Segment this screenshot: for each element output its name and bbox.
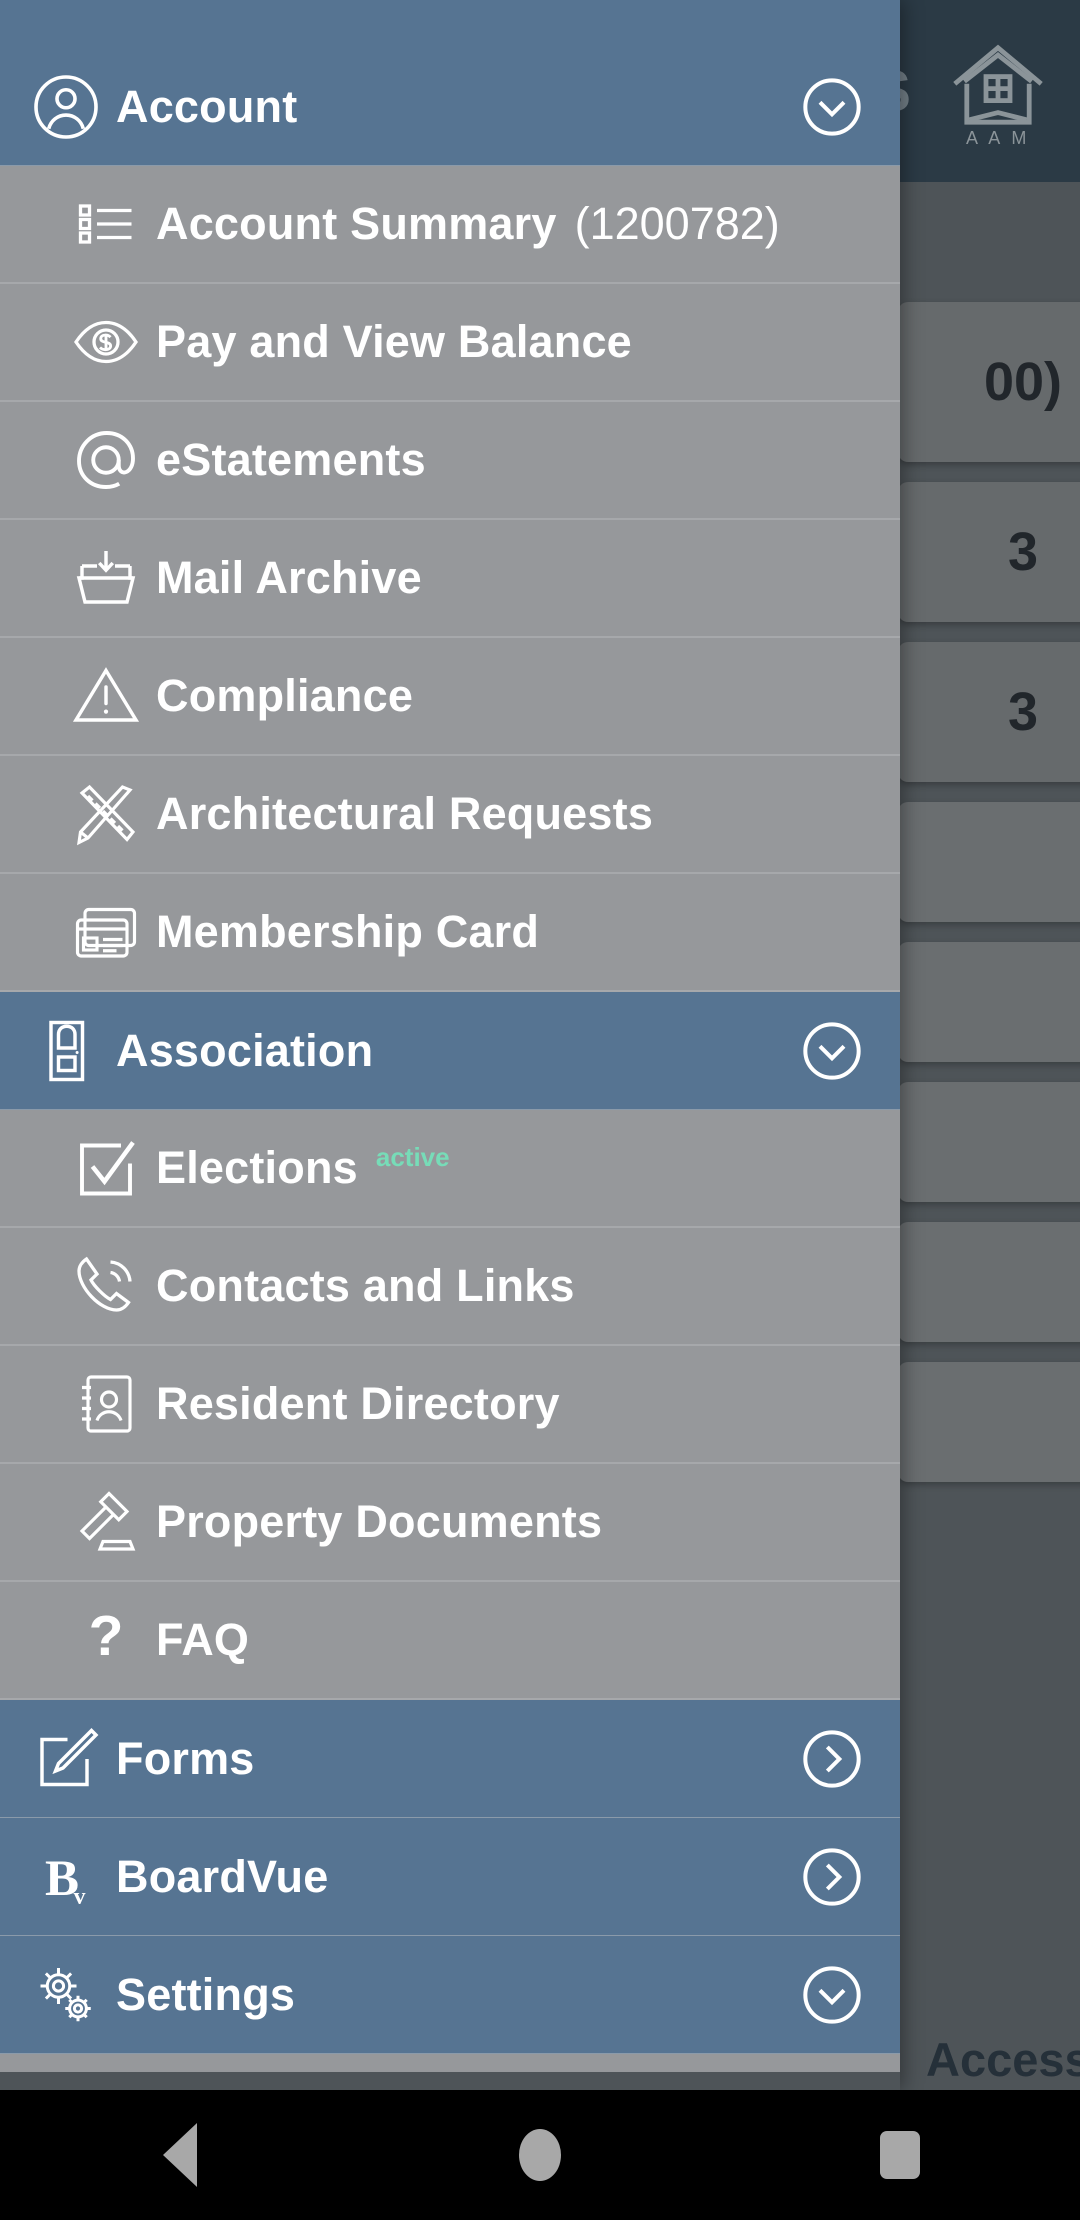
list-icon: [70, 188, 142, 260]
app-card[interactable]: 3: [898, 642, 1080, 782]
drawer-item-compliance[interactable]: Compliance: [0, 638, 900, 756]
aam-logo-icon: A A M: [938, 31, 1058, 151]
drawer-item-property-documents[interactable]: Property Documents: [0, 1464, 900, 1582]
drawer-item-contacts-and-links[interactable]: Contacts and Links: [0, 1228, 900, 1346]
drawer-item-membership-card[interactable]: Membership Card: [0, 874, 900, 992]
status-badge: active: [375, 1142, 450, 1172]
question-mark-icon: ?: [70, 1604, 142, 1676]
eye-dollar-icon: [70, 306, 142, 378]
phone-icon: [70, 1250, 142, 1322]
drawer-item-label: Property Documents: [156, 1496, 603, 1547]
drawer-item-pay-and-view-balance[interactable]: Pay and View Balance: [0, 284, 900, 402]
drawer-item-label: Compliance: [156, 670, 414, 721]
drawer-item-label: FAQ: [156, 1614, 250, 1665]
checkbox-check-icon: [70, 1132, 142, 1204]
drawer-section-account[interactable]: Account: [0, 48, 900, 166]
boardvue-logo-icon: B v: [30, 1841, 102, 1913]
chevron-down-circle-icon[interactable]: [800, 1019, 864, 1083]
at-sign-icon: [70, 424, 142, 496]
id-card-icon: [70, 896, 142, 968]
drawer-item-label: Membership Card: [156, 906, 540, 957]
drawer-item-mail-archive[interactable]: Mail Archive: [0, 520, 900, 638]
drawer-item-label: Contacts and Links: [156, 1260, 575, 1311]
drawer-item-label: Elections: [156, 1142, 358, 1193]
chevron-right-circle-icon[interactable]: [800, 1727, 864, 1791]
gavel-icon: [70, 1486, 142, 1558]
app-card[interactable]: 00): [898, 302, 1080, 462]
drawer-item-label: eStatements: [156, 434, 426, 485]
drawer-item-label: Mail Archive: [156, 552, 422, 603]
recents-icon[interactable]: [840, 2110, 960, 2200]
drawer-item-label: Account Summary: [156, 198, 557, 249]
navigation-drawer[interactable]: Account Account Summary (1200782) Pay an…: [0, 0, 900, 2090]
drawer-section-settings[interactable]: Settings: [0, 1936, 900, 2054]
drawer-bottom-edge: [0, 2054, 900, 2072]
drawer-section-label: Account: [116, 80, 298, 132]
inbox-download-icon: [70, 542, 142, 614]
phone-screen: ESS A A M 00): [0, 0, 1080, 2220]
drawer-item-account-summary[interactable]: Account Summary (1200782): [0, 166, 900, 284]
warning-triangle-icon: [70, 660, 142, 732]
drawer-section-label: Association: [116, 1024, 374, 1076]
drawer-item-label: Resident Directory: [156, 1378, 560, 1429]
address-book-icon: [70, 1368, 142, 1440]
drawer-item-resident-directory[interactable]: Resident Directory: [0, 1346, 900, 1464]
account-number: (1200782): [574, 198, 780, 249]
drawer-item-faq[interactable]: ? FAQ: [0, 1582, 900, 1700]
ruler-pencil-icon: [70, 778, 142, 850]
drawer-item-label: Pay and View Balance: [156, 316, 632, 367]
app-card[interactable]: [898, 942, 1080, 1062]
access-label: Access: [926, 2033, 1080, 2086]
svg-text:v: v: [74, 1884, 86, 1910]
edit-square-icon: [30, 1723, 102, 1795]
app-card[interactable]: [898, 1222, 1080, 1342]
svg-text:A A M: A A M: [966, 128, 1030, 148]
app-card[interactable]: [898, 1362, 1080, 1482]
svg-text:?: ?: [89, 1604, 124, 1668]
gears-icon: [30, 1959, 102, 2031]
android-navigation-bar[interactable]: [0, 2090, 1080, 2220]
drawer-section-boardvue[interactable]: B v BoardVue: [0, 1818, 900, 1936]
drawer-item-elections[interactable]: Elections active: [0, 1110, 900, 1228]
drawer-status-spacer: [0, 0, 900, 48]
chevron-down-circle-icon[interactable]: [800, 1963, 864, 2027]
drawer-item-label: Architectural Requests: [156, 788, 654, 839]
chevron-down-circle-icon[interactable]: [800, 75, 864, 139]
app-card[interactable]: [898, 1082, 1080, 1202]
drawer-section-label: Forms: [116, 1732, 255, 1784]
app-card[interactable]: 3: [898, 482, 1080, 622]
app-card[interactable]: [898, 802, 1080, 922]
user-circle-icon: [30, 71, 102, 143]
drawer-section-label: Settings: [116, 1968, 296, 2020]
door-icon: [30, 1015, 102, 1087]
home-icon[interactable]: [480, 2110, 600, 2200]
drawer-section-label: BoardVue: [116, 1850, 329, 1902]
back-icon[interactable]: [120, 2110, 240, 2200]
chevron-right-circle-icon[interactable]: [800, 1845, 864, 1909]
drawer-item-architectural-requests[interactable]: Architectural Requests: [0, 756, 900, 874]
drawer-item-estatements[interactable]: eStatements: [0, 402, 900, 520]
drawer-section-association[interactable]: Association: [0, 992, 900, 1110]
drawer-section-forms[interactable]: Forms: [0, 1700, 900, 1818]
